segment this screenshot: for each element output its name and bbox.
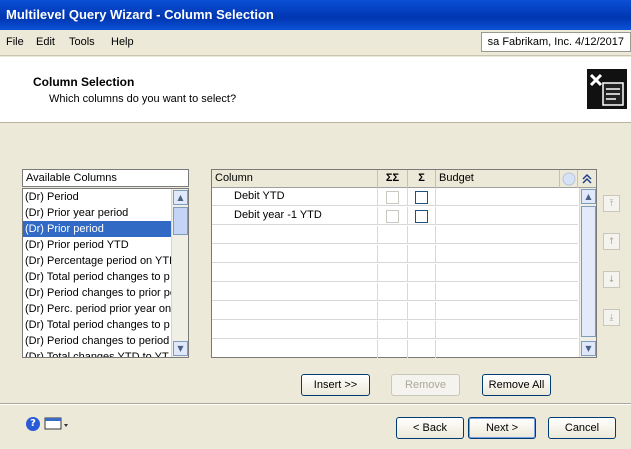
- row-column-name: Debit YTD: [212, 188, 378, 206]
- menu-tools[interactable]: Tools: [69, 36, 95, 48]
- table-row[interactable]: [212, 264, 578, 282]
- scroll-up-icon[interactable]: ▲: [173, 190, 188, 205]
- wizard-header: Column Selection Which columns do you wa…: [0, 57, 631, 123]
- list-item[interactable]: (Dr) Total period changes to p: [23, 317, 171, 333]
- list-item[interactable]: (Dr) Period: [23, 189, 171, 205]
- row-budget[interactable]: [436, 188, 578, 206]
- page-subtitle: Which columns do you want to select?: [49, 93, 237, 105]
- remove-button[interactable]: Remove: [391, 374, 460, 396]
- cancel-button[interactable]: Cancel: [548, 417, 616, 439]
- table-row[interactable]: [212, 340, 578, 358]
- collapse-icon[interactable]: [578, 170, 596, 188]
- move-bottom-icon[interactable]: ⤓: [603, 309, 620, 326]
- grid-scrollbar[interactable]: ▲ ▼: [579, 188, 596, 357]
- sigma-cell: [408, 207, 436, 225]
- note-icon[interactable]: [44, 416, 72, 431]
- selected-columns-grid[interactable]: Column ΣΣ Σ Budget Debit YTD Debit year …: [211, 169, 597, 358]
- sigma-checkbox[interactable]: [415, 210, 428, 223]
- move-up-icon[interactable]: ↑: [603, 233, 620, 250]
- menu-bar: File Edit Tools Help sa Fabrikam, Inc. 4…: [0, 30, 631, 56]
- table-row[interactable]: [212, 245, 578, 263]
- back-button[interactable]: < Back: [396, 417, 464, 439]
- header-column: Column: [212, 170, 378, 188]
- sigma-sigma-cell: [378, 207, 408, 225]
- grid-header: Column ΣΣ Σ Budget: [212, 170, 596, 188]
- list-item[interactable]: (Dr) Prior year period: [23, 205, 171, 221]
- header-budget: Budget: [436, 170, 560, 188]
- table-row[interactable]: Debit YTD: [212, 188, 578, 206]
- table-row[interactable]: Debit year -1 YTD: [212, 207, 578, 225]
- next-button[interactable]: Next >: [468, 417, 536, 439]
- help-icon[interactable]: ?: [26, 417, 40, 431]
- move-down-icon[interactable]: ↓: [603, 271, 620, 288]
- lookup-icon[interactable]: [560, 170, 578, 188]
- scroll-up-icon[interactable]: ▲: [581, 189, 596, 204]
- list-scrollbar[interactable]: ▲ ▼: [171, 189, 188, 357]
- available-columns-label: Available Columns: [22, 169, 189, 187]
- header-sigma: Σ: [408, 170, 436, 188]
- sigma-checkbox[interactable]: [415, 191, 428, 204]
- list-item[interactable]: (Dr) Period changes to period: [23, 333, 171, 349]
- table-row[interactable]: [212, 321, 578, 339]
- remove-all-button[interactable]: Remove All: [482, 374, 551, 396]
- row-budget[interactable]: [436, 207, 578, 225]
- menu-help[interactable]: Help: [111, 36, 134, 48]
- list-item[interactable]: (Dr) Total period changes to p: [23, 269, 171, 285]
- sigma-sigma-checkbox[interactable]: [386, 210, 399, 223]
- user-company-date: sa Fabrikam, Inc. 4/12/2017: [480, 32, 631, 52]
- scroll-thumb[interactable]: [173, 207, 188, 235]
- list-item[interactable]: (Dr) Percentage period on YTD: [23, 253, 171, 269]
- scroll-thumb[interactable]: [581, 206, 596, 337]
- list-item-selected[interactable]: (Dr) Prior period: [23, 221, 171, 237]
- sigma-cell: [408, 188, 436, 206]
- table-row[interactable]: [212, 283, 578, 301]
- list-item[interactable]: (Dr) Prior period YTD: [23, 237, 171, 253]
- sigma-sigma-checkbox[interactable]: [386, 191, 399, 204]
- page-title: Column Selection: [33, 75, 135, 89]
- table-row[interactable]: [212, 302, 578, 320]
- list-item[interactable]: (Dr) Perc. period prior year on: [23, 301, 171, 317]
- row-column-name: Debit year -1 YTD: [212, 207, 378, 225]
- divider: [0, 403, 631, 405]
- list-item[interactable]: (Dr) Total changes YTD to YT: [23, 349, 171, 357]
- wizard-logo-icon: [587, 69, 627, 109]
- window-title: Multilevel Query Wizard - Column Selecti…: [0, 0, 631, 30]
- wizard-window: Multilevel Query Wizard - Column Selecti…: [0, 0, 631, 449]
- available-columns-list[interactable]: (Dr) Period (Dr) Prior year period (Dr) …: [22, 188, 189, 358]
- sigma-sigma-cell: [378, 188, 408, 206]
- insert-button[interactable]: Insert >>: [301, 374, 370, 396]
- menu-edit[interactable]: Edit: [36, 36, 55, 48]
- move-top-icon[interactable]: ⤒: [603, 195, 620, 212]
- scroll-down-icon[interactable]: ▼: [581, 341, 596, 356]
- table-row[interactable]: [212, 226, 578, 244]
- list-item[interactable]: (Dr) Period changes to prior pe: [23, 285, 171, 301]
- menu-file[interactable]: File: [6, 36, 24, 48]
- scroll-down-icon[interactable]: ▼: [173, 341, 188, 356]
- header-sigma-sigma: ΣΣ: [378, 170, 408, 188]
